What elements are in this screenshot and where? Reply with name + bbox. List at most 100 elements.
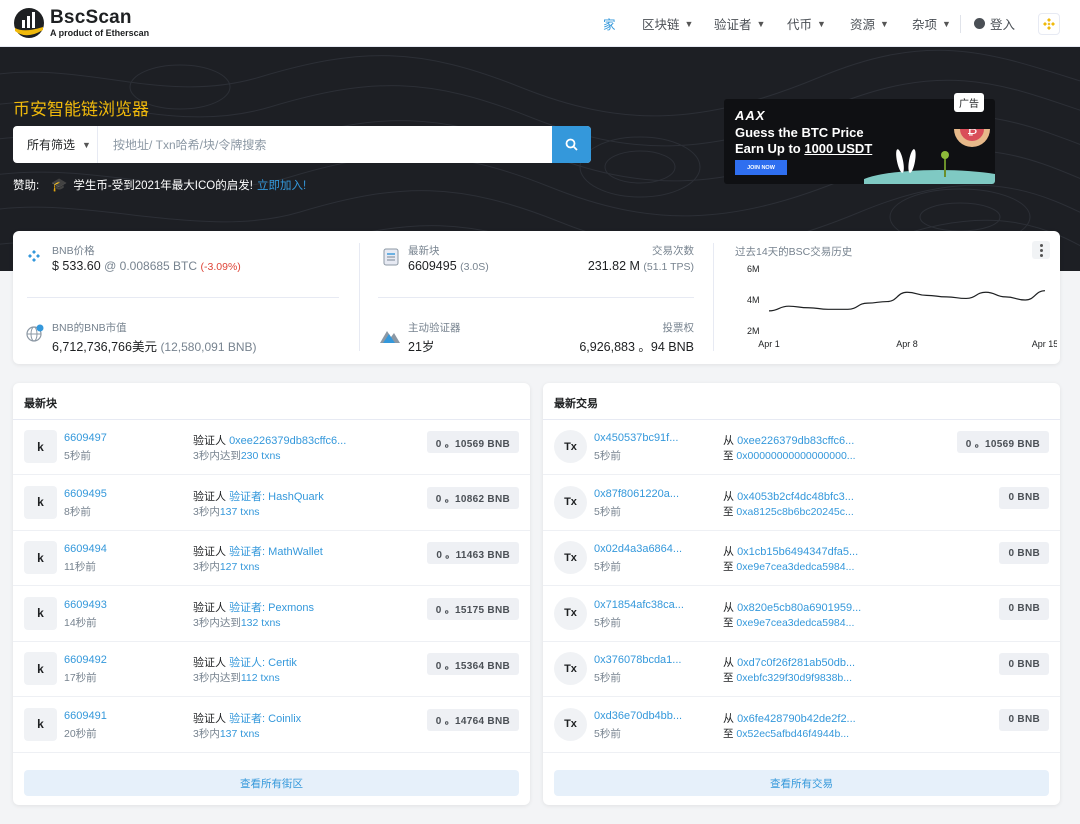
- tx-to-link[interactable]: 0xa8125c8b6bc20245c...: [736, 506, 853, 518]
- tx-to-line: 至 0x52ec5afbd46f4944b...: [723, 726, 849, 741]
- nav-login[interactable]: 登入: [974, 0, 1015, 47]
- tx-from-prefix: 从: [723, 657, 734, 669]
- block-txns-link[interactable]: 137 txns: [220, 728, 260, 740]
- price-usd: $ 533.60: [52, 259, 101, 273]
- nav-blockchain[interactable]: 区块链 ▼: [642, 0, 693, 47]
- block-validator-line: 验证人 0xee226379db83cffc6...: [193, 432, 346, 448]
- nav-tokens[interactable]: 代币 ▼: [787, 0, 826, 47]
- bscscan-logo[interactable]: [12, 6, 48, 40]
- ad-headline: Guess the BTC Price: [735, 125, 864, 140]
- sponsor-join-link[interactable]: 立即加入!: [257, 177, 306, 193]
- search-icon: [565, 138, 578, 151]
- tx-to-prefix: 至: [723, 616, 734, 629]
- validator-link[interactable]: 验证者: Pexmons: [229, 602, 314, 614]
- tx-from-link[interactable]: 0xd7c0f26f281ab50db...: [737, 657, 855, 669]
- voting-power-value: 6,926,883 。94 BNB: [579, 340, 694, 354]
- nav-misc-label: 杂项: [912, 18, 938, 32]
- tx-from-link[interactable]: 0x4053b2cf4dc48bfc3...: [737, 491, 854, 503]
- block-txns-link[interactable]: 230 txns: [241, 450, 281, 462]
- block-number-link[interactable]: 6609492: [64, 654, 107, 666]
- chart-menu-button[interactable]: [1032, 241, 1050, 259]
- brand-name[interactable]: BscScan: [50, 7, 132, 29]
- tx-hash-link[interactable]: 0x376078bcda1...: [594, 654, 681, 666]
- validator-link[interactable]: 验证者: MathWallet: [229, 546, 323, 558]
- block-number-link[interactable]: 6609495: [64, 488, 107, 500]
- search-button[interactable]: [552, 126, 591, 163]
- search-input[interactable]: [99, 126, 551, 163]
- chart-x-tick: Apr 15: [1032, 339, 1057, 349]
- tx-hash-link[interactable]: 0x02d4a3a6864...: [594, 543, 682, 555]
- block-txns-link[interactable]: 132 txns: [241, 617, 281, 629]
- active-validators-value[interactable]: 21岁: [408, 336, 434, 355]
- chevron-down-icon: ▼: [82, 139, 91, 150]
- ad-join-button[interactable]: JOIN NOW: [735, 160, 787, 175]
- tx-hash-link[interactable]: 0x450537bc91f...: [594, 432, 678, 444]
- tx-from-link[interactable]: 0x6fe428790b42de2f2...: [737, 713, 856, 725]
- block-time-prefix: 3秒内: [193, 505, 220, 518]
- sponsor-label: 赞助:: [13, 180, 40, 192]
- ad-illustration: ₿: [864, 129, 995, 184]
- tx-from-link[interactable]: 0x820e5cb80a6901959...: [737, 602, 861, 614]
- block-txns-link[interactable]: 127 txns: [220, 561, 260, 573]
- tx-to-link[interactable]: 0x52ec5afbd46f4944b...: [736, 728, 849, 740]
- tx-to-link[interactable]: 0x00000000000000000...: [736, 450, 855, 462]
- tx-to-link[interactable]: 0xe9e7cea3dedca5984...: [736, 561, 854, 573]
- block-number-link[interactable]: 6609497: [64, 432, 107, 444]
- user-icon: [974, 18, 985, 29]
- stats-divider: [27, 297, 339, 298]
- nav-blockchain-label: 区块链: [642, 18, 680, 32]
- validator-link[interactable]: 验证者: Coinlix: [229, 713, 301, 725]
- tx-hash-link[interactable]: 0xd36e70db4bb...: [594, 710, 682, 722]
- block-row: k 6609493 14秒前 验证人 验证者: Pexmons 3秒内达到132…: [13, 587, 530, 642]
- view-all-transactions-button[interactable]: 查看所有交易: [554, 770, 1049, 796]
- tx-from-link[interactable]: 0xee226379db83cffc6...: [737, 435, 854, 447]
- block-number-link[interactable]: 6609493: [64, 599, 107, 611]
- tx-hash-link[interactable]: 0x87f8061220a...: [594, 488, 679, 500]
- validator-link[interactable]: 0xee226379db83cffc6...: [229, 435, 346, 447]
- view-all-blocks-button[interactable]: 查看所有街区: [24, 770, 519, 796]
- validator-link[interactable]: 验证人: Certik: [229, 657, 297, 669]
- transactions-label: 交易次数: [652, 245, 694, 257]
- tx-avatar: Tx: [554, 652, 587, 685]
- tx-value-badge: 0 BNB: [999, 542, 1049, 564]
- stats-divider: [713, 243, 714, 351]
- validator-link[interactable]: 验证者: HashQuark: [229, 491, 324, 503]
- search-filter-dropdown[interactable]: 所有筛选 ▼: [13, 126, 98, 163]
- tx-to-link[interactable]: 0xe9e7cea3dedca5984...: [736, 617, 854, 629]
- block-age: 5秒前: [64, 450, 91, 462]
- tx-to-prefix: 至: [723, 505, 734, 518]
- tx-to-line: 至 0xa8125c8b6bc20245c...: [723, 504, 854, 519]
- bnb-price-icon: [28, 250, 40, 262]
- tx-hash-link[interactable]: 0x71854afc38ca...: [594, 599, 684, 611]
- nav-home-label: 家: [603, 18, 616, 32]
- block-reward-badge: 0 。15175 BNB: [426, 597, 519, 620]
- block-number-link[interactable]: 6609491: [64, 710, 107, 722]
- latest-block-line[interactable]: 6609495 (3.0S): [408, 259, 489, 273]
- nav-resources[interactable]: 资源 ▼: [850, 0, 889, 47]
- sponsor-text: 学生币-受到2021年最大ICO的启发!: [73, 180, 253, 192]
- block-avatar: k: [24, 652, 57, 685]
- voting-power-label: 投票权: [662, 322, 695, 334]
- tx-to-link[interactable]: 0xebfc329f30d9f9838b...: [736, 672, 852, 684]
- block-validator-line: 验证人 验证人: Certik: [193, 654, 297, 670]
- chevron-down-icon: ▼: [817, 18, 826, 29]
- advertisement-banner[interactable]: AAX Guess the BTC Price Earn Up to 1000 …: [724, 99, 995, 184]
- network-switch-button[interactable]: [1038, 13, 1060, 35]
- block-avatar: k: [24, 541, 57, 574]
- block-number-link[interactable]: 6609494: [64, 543, 107, 555]
- nav-misc[interactable]: 杂项 ▼: [912, 0, 951, 47]
- nav-validators[interactable]: 验证者 ▼: [714, 0, 765, 47]
- tx-from-link[interactable]: 0x1cb15b6494347dfa5...: [737, 546, 858, 558]
- nav-home[interactable]: 家: [603, 0, 616, 47]
- tx-avatar: Tx: [554, 485, 587, 519]
- chart-y-tick: 6M: [747, 264, 760, 274]
- block-txns-link[interactable]: 112 txns: [241, 672, 280, 684]
- transactions-line[interactable]: 231.82 M (51.1 TPS): [588, 259, 694, 273]
- latest-blocks-panel: 最新块 k 6609497 5秒前 验证人 0xee226379db83cffc…: [13, 383, 530, 805]
- transaction-row: Tx 0x450537bc91f... 5秒前 从 0xee226379db83…: [543, 420, 1060, 475]
- block-age: 11秒前: [64, 561, 96, 573]
- block-txns-link[interactable]: 137 txns: [220, 506, 260, 518]
- ad-subline-prefix: Earn Up to: [735, 141, 805, 156]
- tx-age: 5秒前: [594, 450, 621, 462]
- svg-text:₿: ₿: [967, 129, 977, 138]
